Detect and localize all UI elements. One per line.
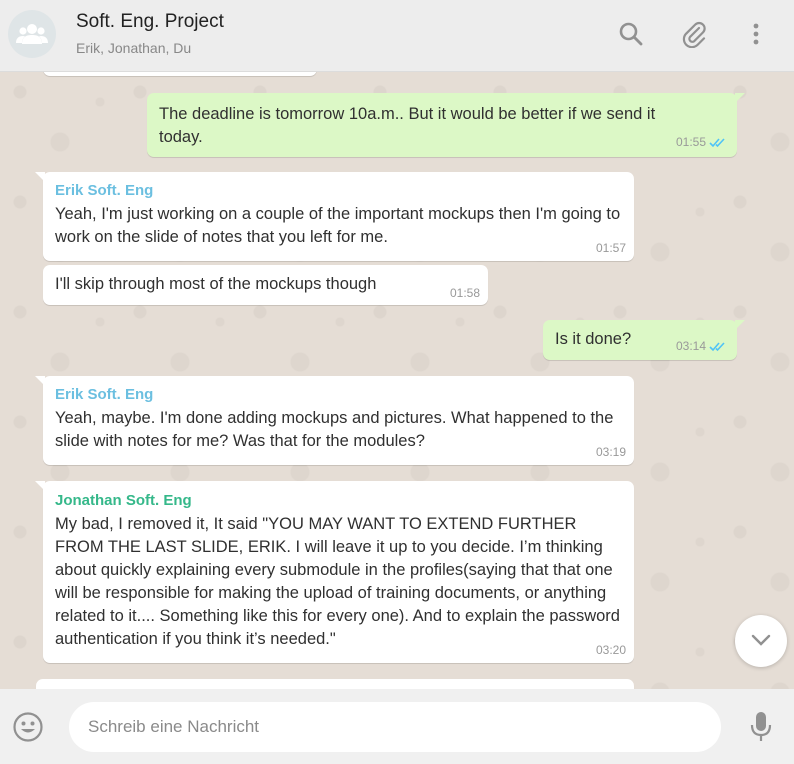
read-receipt-icon [709,341,727,355]
message-bubble-partial [43,72,317,76]
message-timestamp: 01:58 [449,286,480,300]
message-timestamp: 03:14 [675,339,706,353]
sender-name[interactable]: Erik Soft. Eng [55,181,622,201]
message-bubble-incoming[interactable]: Jonathan Soft. Eng My bad, I removed it,… [35,481,634,663]
message-bubble-incoming[interactable]: I'll skip through most of the mockups th… [43,265,488,305]
message-time: 01:55 [676,135,727,151]
message-timestamp: 01:55 [675,135,706,149]
message-bubble-partial [36,679,634,689]
chat-header: Soft. Eng. Project Erik, Jonathan, Du [0,0,794,72]
group-avatar[interactable] [8,10,56,58]
bubble-tail [35,481,45,491]
message-text: Yeah, maybe. I'm done adding mockups and… [55,409,614,450]
message-text: The deadline is tomorrow 10a.m.. But it … [159,105,656,146]
attach-icon [682,21,706,48]
message-bubble-outgoing[interactable]: Is it done? 03:14 [543,320,745,360]
emoji-button[interactable] [12,711,44,748]
sender-name[interactable]: Jonathan Soft. Eng [55,491,622,511]
message-bubble-outgoing[interactable]: The deadline is tomorrow 10a.m.. But it … [147,93,745,157]
message-timestamp: 03:19 [595,445,626,459]
message-bubble-incoming[interactable]: Erik Soft. Eng Yeah, I'm just working on… [35,172,634,261]
message-list[interactable]: The deadline is tomorrow 10a.m.. But it … [0,72,794,689]
menu-button[interactable] [742,20,770,48]
message-timestamp: 01:57 [595,241,626,255]
message-text: My bad, I removed it, It said "YOU MAY W… [55,515,620,648]
microphone-icon [750,712,772,741]
emoji-icon [13,712,43,742]
message-bubble-incoming[interactable]: Erik Soft. Eng Yeah, maybe. I'm done add… [35,376,634,465]
message-time: 03:14 [676,339,727,355]
chevron-down-icon [751,634,771,646]
composer-bar [0,689,794,764]
attach-button[interactable] [680,20,708,48]
menu-icon [753,23,759,45]
search-button[interactable] [617,20,645,48]
message-text: Yeah, I'm just working on a couple of th… [55,205,621,246]
search-icon [619,22,643,46]
sender-name[interactable]: Erik Soft. Eng [55,385,622,405]
chat-title[interactable]: Soft. Eng. Project [76,11,224,33]
scroll-to-bottom-button[interactable] [735,615,787,667]
message-timestamp: 03:20 [595,643,626,657]
group-avatar-icon [16,24,48,44]
bubble-tail [35,172,45,182]
message-text: I'll skip through most of the mockups th… [55,275,377,293]
voice-message-button[interactable] [749,711,773,748]
chat-participants: Erik, Jonathan, Du [76,40,192,56]
bubble-tail [735,93,745,103]
read-receipt-icon [709,137,727,151]
message-input[interactable] [69,702,721,752]
bubble-tail [735,320,745,330]
bubble-tail [35,376,45,386]
